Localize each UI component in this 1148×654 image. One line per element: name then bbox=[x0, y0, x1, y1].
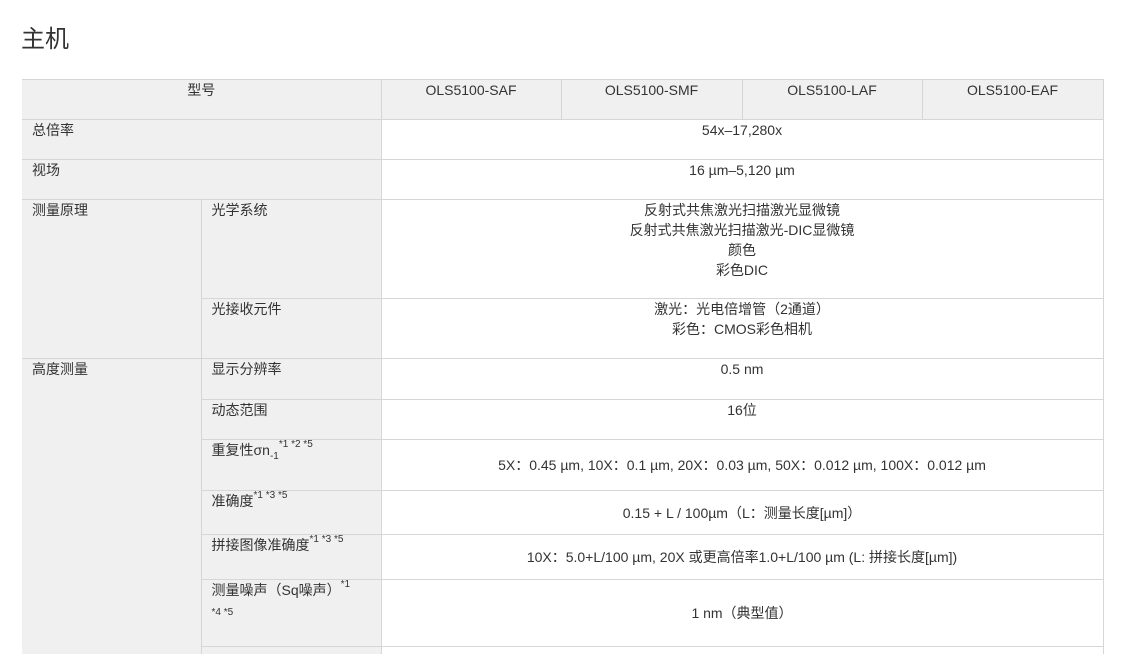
table-row: 视场 16 µm–5,120 µm bbox=[22, 159, 1104, 200]
stitch-label-text: 拼接图像准确度 bbox=[211, 537, 310, 553]
stitch-value: 10X：5.0+L/100 µm, 20X 或更高倍率1.0+L/100 µm … bbox=[381, 534, 1104, 580]
table-header-row: 型号 OLS5100-SAF OLS5100-SMF OLS5100-LAF O… bbox=[22, 79, 1104, 120]
optics-value: 反射式共焦激光扫描激光显微镜 反射式共焦激光扫描激光-DIC显微镜 颜色 彩色D… bbox=[381, 199, 1104, 299]
model-eaf: OLS5100-EAF bbox=[922, 79, 1104, 120]
table-row: 总倍率 54x–17,280x bbox=[22, 119, 1104, 160]
next-row-label bbox=[201, 646, 382, 654]
optics-line: 颜色 bbox=[728, 242, 756, 258]
accuracy-label-text: 准确度 bbox=[211, 493, 254, 509]
optics-line: 彩色DIC bbox=[715, 262, 769, 278]
noise-sup: *1 bbox=[340, 579, 351, 591]
next-row-value bbox=[381, 646, 1104, 654]
resolution-label: 显示分辨率 bbox=[201, 358, 382, 400]
noise-sup2: *4 *5 bbox=[211, 607, 234, 618]
accuracy-sup: *1 *3 *5 bbox=[253, 490, 288, 502]
total-mag-value: 54x–17,280x bbox=[381, 119, 1104, 160]
receiver-line: 彩色：CMOS彩色相机 bbox=[672, 321, 812, 337]
model-smf: OLS5100-SMF bbox=[561, 79, 743, 120]
resolution-value: 0.5 nm bbox=[381, 358, 1104, 400]
accuracy-label: 准确度*1 *3 *5 bbox=[201, 490, 382, 535]
receiver-value: 激光：光电倍增管（2通道） 彩色：CMOS彩色相机 bbox=[381, 298, 1104, 359]
table-row: 测量原理 光学系统 反射式共焦激光扫描激光显微镜 反射式共焦激光扫描激光-DIC… bbox=[22, 199, 1104, 359]
principle-label: 测量原理 bbox=[22, 199, 202, 359]
optics-line: 反射式共焦激光扫描激光-DIC显微镜 bbox=[629, 222, 855, 238]
repeat-sub: -1 bbox=[269, 450, 279, 462]
fov-value: 16 µm–5,120 µm bbox=[381, 159, 1104, 200]
repeat-label: 重复性σn-1*1 *2 *5 bbox=[201, 439, 382, 491]
noise-label: 测量噪声（Sq噪声）*1 *4 *5 bbox=[201, 579, 382, 647]
accuracy-value: 0.15 + L / 100µm（L：测量长度[µm]） bbox=[381, 490, 1104, 535]
repeat-value: 5X：0.45 µm, 10X：0.1 µm, 20X：0.03 µm, 50X… bbox=[381, 439, 1104, 491]
fov-label: 视场 bbox=[22, 159, 382, 200]
stitch-label: 拼接图像准确度*1 *3 *5 bbox=[201, 534, 382, 580]
stitch-sup: *1 *3 *5 bbox=[309, 534, 344, 546]
receiver-label: 光接收元件 bbox=[201, 298, 382, 359]
repeat-sup: *1 *2 *5 bbox=[278, 439, 313, 451]
optics-label: 光学系统 bbox=[201, 199, 382, 299]
section-title: 主机 bbox=[21, 26, 69, 53]
range-value: 16位 bbox=[381, 399, 1104, 440]
table-row: 高度测量 显示分辨率 0.5 nm bbox=[22, 358, 1104, 654]
noise-label-text: 测量噪声（Sq噪声） bbox=[211, 582, 341, 598]
spec-table: 型号 OLS5100-SAF OLS5100-SMF OLS5100-LAF O… bbox=[22, 79, 1104, 654]
model-laf: OLS5100-LAF bbox=[742, 79, 923, 120]
noise-value: 1 nm（典型值） bbox=[381, 579, 1104, 647]
range-label: 动态范围 bbox=[201, 399, 382, 440]
page: 主机 型号 OLS5100-SAF OLS5100-SMF OLS5100-LA… bbox=[0, 0, 1148, 654]
receiver-line: 激光：光电倍增管（2通道） bbox=[654, 301, 830, 317]
optics-line: 反射式共焦激光扫描激光显微镜 bbox=[644, 202, 840, 218]
height-label: 高度测量 bbox=[22, 358, 202, 654]
model-saf: OLS5100-SAF bbox=[381, 79, 562, 120]
model-header: 型号 bbox=[22, 79, 382, 120]
total-mag-label: 总倍率 bbox=[22, 119, 382, 160]
repeat-label-text: 重复性σn bbox=[211, 442, 270, 458]
